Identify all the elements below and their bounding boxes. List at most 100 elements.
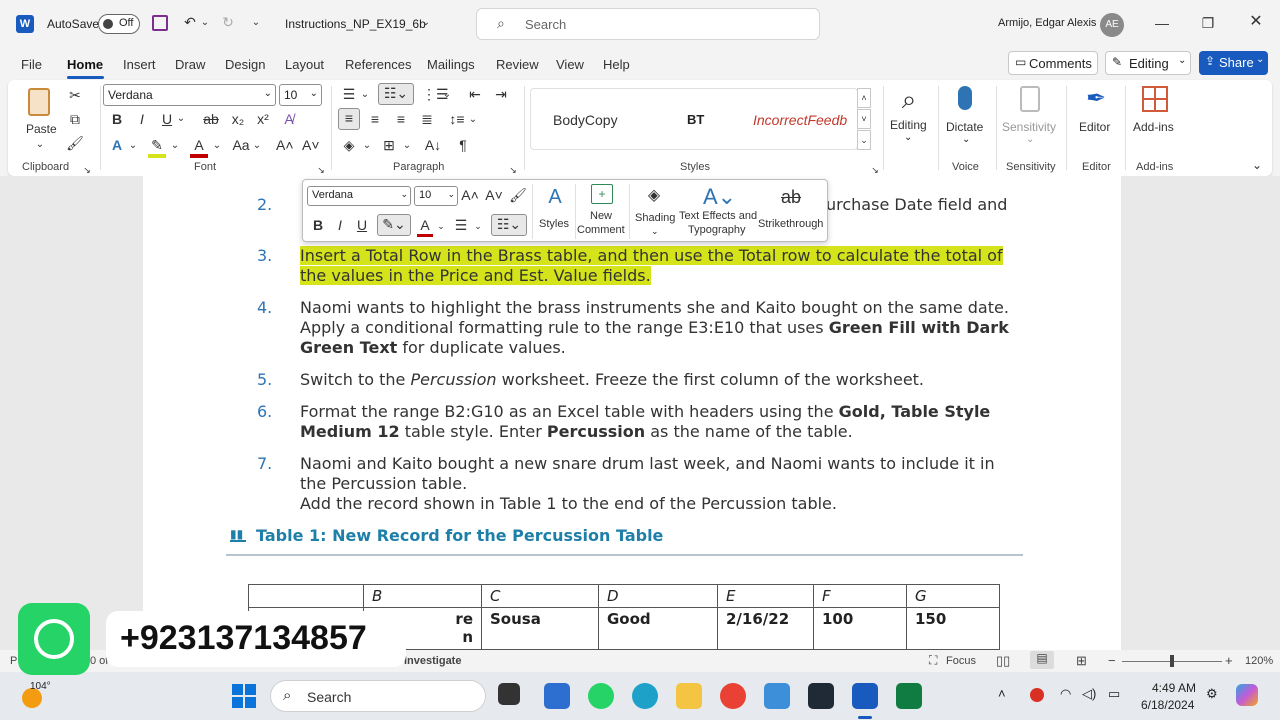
- mini-font-color-icon[interactable]: A: [417, 216, 433, 237]
- tab-file[interactable]: File: [21, 57, 42, 72]
- record-icon[interactable]: [1030, 688, 1044, 702]
- line-spacing-icon[interactable]: ↕≡: [448, 110, 466, 128]
- clock-time[interactable]: 4:49 AM: [1152, 681, 1196, 695]
- style-incorrect-feedback[interactable]: IncorrectFeedb: [753, 112, 853, 128]
- mini-font-name-select[interactable]: Verdana ⌄: [307, 186, 411, 206]
- close-icon[interactable]: ✕: [1246, 13, 1266, 31]
- dictate-button[interactable]: Dictate ⌄: [942, 84, 990, 148]
- customize-toolbar-icon[interactable]: ⌄: [250, 14, 262, 32]
- styles-more-icon[interactable]: ⌄: [857, 130, 871, 150]
- highlighter-icon[interactable]: ✎: [148, 136, 166, 158]
- terminal-icon[interactable]: [808, 683, 834, 709]
- grow-font-icon[interactable]: A˄: [276, 136, 294, 154]
- undo-icon[interactable]: ↶: [180, 13, 200, 31]
- restore-icon[interactable]: ❐: [1198, 14, 1218, 32]
- focus-icon[interactable]: ⛶: [929, 653, 937, 668]
- mini-text-effects-button[interactable]: A⌄ Text Effects and Typography: [679, 184, 757, 238]
- mini-shading-button[interactable]: ◈ Shading ⌄: [631, 184, 677, 238]
- multilevel-dropdown-icon[interactable]: ⌄: [442, 86, 452, 104]
- volume-icon[interactable]: ◁): [1082, 686, 1096, 702]
- tab-review[interactable]: Review: [496, 57, 539, 72]
- styles-scroll-up-icon[interactable]: ˄: [857, 88, 871, 108]
- mini-bullets-icon[interactable]: ☰: [453, 216, 469, 234]
- align-left-icon[interactable]: ≡: [338, 108, 360, 130]
- clock-date[interactable]: 6/18/2024: [1141, 698, 1194, 712]
- editor-button[interactable]: ✒ Editor: [1072, 84, 1120, 148]
- tab-mailings[interactable]: Mailings: [427, 57, 475, 72]
- file-explorer-icon[interactable]: [676, 683, 702, 709]
- start-icon[interactable]: [232, 684, 256, 708]
- shrink-font-icon[interactable]: A˅: [302, 136, 320, 154]
- tab-layout[interactable]: Layout: [285, 57, 324, 72]
- document-title[interactable]: Instructions_NP_EX19_6b: [285, 17, 426, 31]
- editing-mode-button[interactable]: ✎ Editing ⌄: [1105, 51, 1191, 75]
- change-case-icon[interactable]: Aa: [230, 136, 252, 154]
- web-layout-icon[interactable]: ⊞: [1076, 653, 1087, 669]
- align-right-icon[interactable]: ≡: [392, 110, 410, 128]
- tab-insert[interactable]: Insert: [123, 57, 156, 72]
- bullets-dropdown-icon[interactable]: ⌄: [360, 86, 370, 104]
- save-icon[interactable]: [152, 15, 168, 31]
- styles-scroll-down-icon[interactable]: ˅: [857, 109, 871, 129]
- excel-taskbar-icon[interactable]: [896, 683, 922, 709]
- zoom-level[interactable]: 120%: [1245, 655, 1273, 667]
- text-effects-dropdown-icon[interactable]: ⌄: [128, 137, 138, 155]
- font-size-select[interactable]: 10 ⌄: [279, 84, 322, 106]
- style-bodycopy[interactable]: BodyCopy: [553, 112, 618, 128]
- collapse-ribbon-icon[interactable]: ⌄: [1250, 156, 1264, 174]
- clear-formatting-icon[interactable]: A̸: [280, 110, 298, 128]
- comments-button[interactable]: ▭ Comments: [1008, 51, 1098, 75]
- whatsapp-icon[interactable]: [588, 683, 614, 709]
- autosave-toggle[interactable]: Off: [98, 14, 140, 34]
- taskbar-search[interactable]: ⌕ Search: [270, 680, 486, 712]
- mini-bullets-dropdown-icon[interactable]: ⌄: [473, 217, 483, 235]
- borders-dropdown-icon[interactable]: ⌄: [402, 137, 412, 155]
- copy-icon[interactable]: ⧉: [66, 110, 84, 128]
- paragraph-selected[interactable]: Insert a Total Row in the Brass table, a…: [300, 246, 1020, 286]
- shading-dropdown-icon[interactable]: ⌄: [362, 137, 372, 155]
- addins-button[interactable]: Add-ins: [1130, 84, 1182, 148]
- read-mode-icon[interactable]: ▯▯: [996, 653, 1010, 669]
- mini-grow-font-icon[interactable]: A˄: [461, 186, 479, 204]
- edge-icon[interactable]: [632, 683, 658, 709]
- multilevel-list-icon[interactable]: ⋮☰: [422, 85, 449, 103]
- tab-home[interactable]: Home: [67, 57, 103, 72]
- tab-references[interactable]: References: [345, 57, 411, 72]
- undo-dropdown-icon[interactable]: ⌄: [200, 14, 210, 32]
- zoom-in-icon[interactable]: +: [1225, 653, 1233, 668]
- shading-icon[interactable]: ◈: [340, 136, 358, 154]
- tab-design[interactable]: Design: [225, 57, 265, 72]
- wifi-icon[interactable]: ◠: [1060, 686, 1071, 702]
- word-taskbar-icon[interactable]: [852, 683, 878, 709]
- tray-chevron-icon[interactable]: ˄: [998, 686, 1006, 701]
- sort-icon[interactable]: A↓: [424, 136, 442, 154]
- tab-help[interactable]: Help: [603, 57, 630, 72]
- numbering-icon[interactable]: ☷⌄: [378, 83, 414, 105]
- tab-view[interactable]: View: [556, 57, 584, 72]
- paste-button[interactable]: [26, 86, 54, 122]
- mini-highlighter-icon[interactable]: ✎⌄: [377, 214, 411, 236]
- search-box[interactable]: ⌕ Search: [476, 8, 820, 40]
- zoom-out-icon[interactable]: −: [1108, 653, 1116, 668]
- weather-temp[interactable]: 104°: [30, 681, 51, 692]
- redo-icon[interactable]: ↻: [218, 13, 238, 31]
- bold-icon[interactable]: B: [108, 110, 126, 128]
- avatar[interactable]: AE: [1100, 13, 1124, 37]
- focus-label[interactable]: Focus: [946, 655, 976, 667]
- task-view-icon[interactable]: [498, 683, 520, 705]
- show-marks-icon[interactable]: ¶: [454, 136, 472, 154]
- print-layout-icon[interactable]: ▤: [1030, 651, 1054, 669]
- line-spacing-dropdown-icon[interactable]: ⌄: [468, 111, 478, 129]
- font-name-select[interactable]: Verdana ⌄: [103, 84, 276, 106]
- share-button[interactable]: ⇪ Share ⌄: [1199, 51, 1268, 75]
- battery-icon[interactable]: ▭: [1108, 686, 1120, 702]
- tab-draw[interactable]: Draw: [175, 57, 205, 72]
- change-case-dropdown-icon[interactable]: ⌄: [252, 137, 262, 155]
- style-bt[interactable]: BT: [687, 112, 704, 127]
- paste-dropdown-icon[interactable]: ⌄: [34, 136, 46, 154]
- italic-icon[interactable]: I: [133, 110, 151, 128]
- minimize-icon[interactable]: —: [1152, 14, 1172, 32]
- mini-shrink-font-icon[interactable]: A˅: [485, 186, 503, 204]
- document-page[interactable]: 2. urchase Date field and 3. Insert a To…: [143, 176, 1121, 650]
- format-painter-icon[interactable]: 🖌: [66, 134, 84, 152]
